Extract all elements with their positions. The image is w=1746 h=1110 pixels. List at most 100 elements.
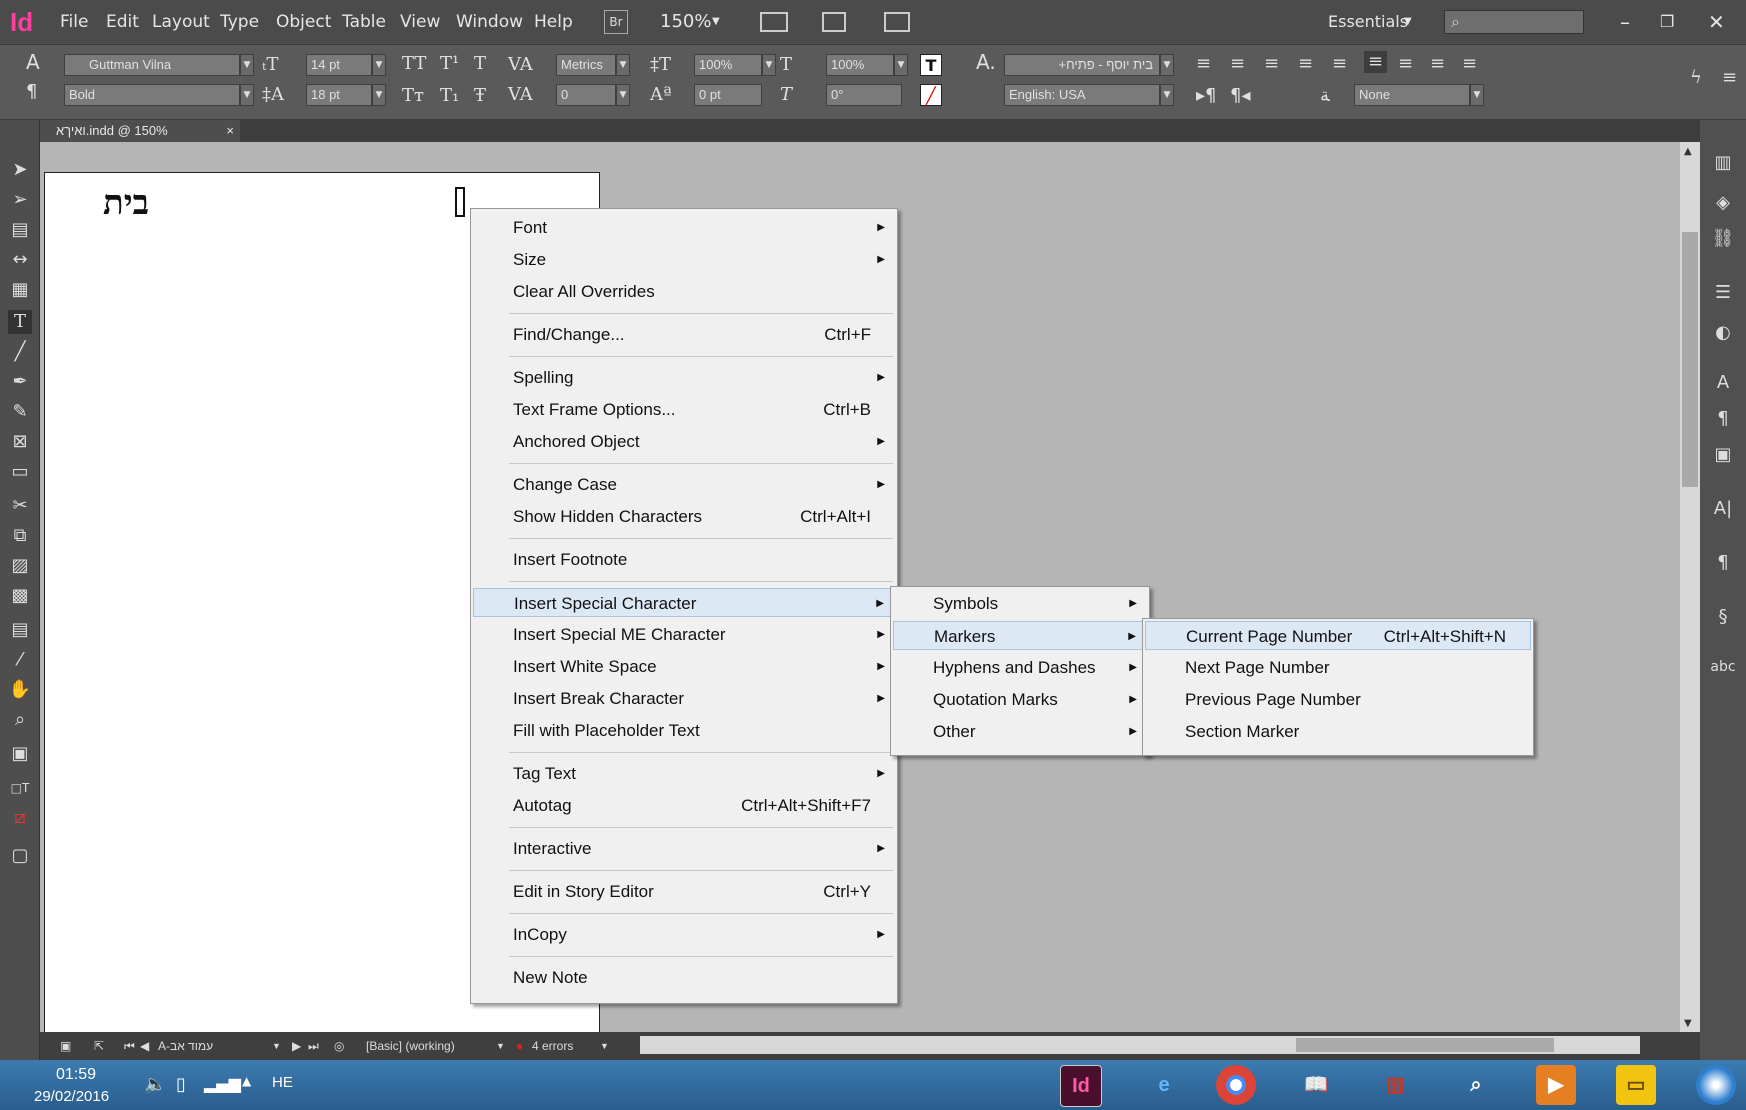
character-style-dropdown-icon[interactable]: ▼ (1160, 54, 1174, 76)
font-style-field[interactable]: Bold (64, 84, 240, 106)
preflight-profile[interactable]: [Basic] (working) (366, 1032, 455, 1060)
view-options-icon[interactable] (822, 12, 846, 32)
open-in-bridge-icon[interactable]: ⇱ (94, 1032, 104, 1060)
align-center-icon[interactable]: ≡ (1230, 53, 1245, 75)
preflight-errors[interactable]: 4 errors (532, 1032, 573, 1060)
glyphs-panel-icon[interactable]: § (1710, 604, 1736, 630)
pencil-tool-icon[interactable]: ✎ (8, 400, 32, 424)
horizontal-scale-field[interactable]: 100% (826, 54, 894, 76)
leading-field[interactable]: 18 pt (306, 84, 372, 106)
character-panel-icon[interactable]: A| (1710, 496, 1736, 522)
menu-help[interactable]: Help (534, 0, 573, 44)
hand-tool-icon[interactable]: ✋ (8, 678, 32, 702)
page-number-field[interactable]: עמוד אב-A (158, 1032, 213, 1060)
swatches-panel-icon[interactable]: ◐ (1710, 320, 1736, 346)
vertical-scale-field[interactable]: 100% (694, 54, 762, 76)
vertical-scrollbar-thumb[interactable] (1682, 232, 1698, 487)
paragraph-panel-icon[interactable]: ¶ (1710, 550, 1736, 576)
submenu-item-other[interactable]: Other ▶ (893, 717, 1147, 746)
underline-icon[interactable]: T (474, 53, 486, 75)
show-hidden-icons-icon[interactable]: ▲ (242, 1074, 251, 1088)
workspace-dropdown-icon[interactable]: ▼ (1404, 0, 1412, 44)
eyedropper-tool-icon[interactable]: ⁄ (8, 648, 32, 672)
justify-center-icon[interactable]: ≡ (1332, 53, 1347, 75)
panel-menu-icon[interactable]: ≡ (1722, 67, 1737, 89)
document-tab[interactable]: ואיךא.indd @ 150% × (40, 120, 240, 142)
preflight-toggle-icon[interactable]: ▣ (60, 1032, 71, 1060)
power-icon[interactable]: ▯ (176, 1074, 186, 1095)
marker-section-marker[interactable]: Section Marker (1145, 717, 1531, 746)
gradient-feather-tool-icon[interactable]: ▩ (8, 584, 32, 608)
menu-view[interactable]: View (400, 0, 440, 44)
menu-item-change-case[interactable]: Change Case ▶ (473, 470, 895, 499)
first-page-icon[interactable]: ⏮ (124, 1032, 135, 1060)
spell-check-panel-icon[interactable]: abc (1710, 654, 1736, 680)
line-tool-icon[interactable]: ╱ (8, 340, 32, 364)
menu-edit[interactable]: Edit (106, 0, 139, 44)
profile-dropdown-icon[interactable]: ▼ (496, 1032, 505, 1060)
menu-item-insert-special-character[interactable]: Insert Special Character ▶ (473, 588, 895, 617)
menu-item-anchored-object[interactable]: Anchored Object ▶ (473, 427, 895, 456)
direct-selection-tool-icon[interactable]: ➢ (8, 188, 32, 212)
justify-right-icon[interactable]: ≡ (1364, 51, 1388, 73)
layers-panel-icon[interactable]: ◈ (1710, 190, 1736, 216)
menu-item-new-note[interactable]: New Note (473, 963, 895, 992)
marker-previous-page-number[interactable]: Previous Page Number (1145, 685, 1531, 714)
menu-file[interactable]: File (60, 0, 88, 44)
superscript-icon[interactable]: T¹ (440, 53, 459, 75)
chrome-icon[interactable] (1216, 1065, 1256, 1105)
library-app-icon[interactable]: ▥ (1376, 1065, 1416, 1105)
font-family-dropdown-icon[interactable]: ▼ (240, 54, 254, 76)
submenu-item-markers[interactable]: Markers ▶ (893, 621, 1147, 650)
align-left-icon[interactable]: ≡ (1196, 53, 1211, 75)
clock-date[interactable]: 29/02/2016 (34, 1088, 109, 1105)
rtl-paragraph-icon[interactable]: ¶◂ (1230, 85, 1251, 107)
menu-item-insert-white-space[interactable]: Insert White Space ▶ (473, 652, 895, 681)
submenu-item-symbols[interactable]: Symbols ▶ (893, 589, 1147, 618)
kerning-field[interactable]: Metrics (556, 54, 616, 76)
justify-left-icon[interactable]: ≡ (1298, 53, 1313, 75)
book-app-icon[interactable]: 📖 (1296, 1065, 1336, 1105)
kashidas-field[interactable]: None (1354, 84, 1470, 106)
workspace-switcher[interactable]: Essentials (1328, 0, 1408, 44)
menu-item-tag-text[interactable]: Tag Text ▶ (473, 759, 895, 788)
page-dropdown-icon[interactable]: ▼ (272, 1032, 281, 1060)
horizontal-scrollbar-thumb[interactable] (1296, 1038, 1554, 1052)
submenu-item-quotation-marks[interactable]: Quotation Marks ▶ (893, 685, 1147, 714)
all-caps-icon[interactable]: TT (402, 53, 426, 75)
close-tab-icon[interactable]: × (226, 120, 234, 142)
menu-item-edit-in-story-editor[interactable]: Edit in Story Editor Ctrl+Y (473, 877, 895, 906)
tracking-dropdown-icon[interactable]: ▼ (616, 84, 630, 106)
pages-panel-icon[interactable]: ▥ (1710, 150, 1736, 176)
input-language[interactable]: HE (272, 1074, 293, 1091)
menu-table[interactable]: Table (342, 0, 386, 44)
text-cursor-frame[interactable] (455, 187, 465, 217)
menu-item-insert-break-character[interactable]: Insert Break Character ▶ (473, 684, 895, 713)
paragraph-formatting-icon[interactable]: ¶ (26, 81, 37, 103)
menu-item-insert-special-me-character[interactable]: Insert Special ME Character ▶ (473, 620, 895, 649)
scroll-up-icon[interactable]: ▲ (1684, 146, 1692, 157)
rectangle-tool-icon[interactable]: ▭ (8, 460, 32, 484)
arrange-documents-icon[interactable] (884, 12, 910, 32)
small-caps-icon[interactable]: Tт (402, 85, 424, 107)
horizontal-scale-dropdown-icon[interactable]: ▼ (894, 54, 908, 76)
language-field[interactable]: English: USA (1004, 84, 1160, 106)
formatting-affects-text-icon[interactable]: □T (8, 776, 32, 800)
menu-item-spelling[interactable]: Spelling ▶ (473, 363, 895, 392)
media-player-icon[interactable]: ▶ (1536, 1065, 1576, 1105)
menu-layout[interactable]: Layout (152, 0, 210, 44)
links-panel-icon[interactable]: ⛓ (1710, 226, 1736, 252)
next-page-icon[interactable]: ▶ (292, 1032, 301, 1060)
volume-icon[interactable]: 🔈 (144, 1074, 166, 1095)
menu-item-incopy[interactable]: InCopy ▶ (473, 920, 895, 949)
zoom-level[interactable]: 150% (660, 0, 711, 44)
menu-item-interactive[interactable]: Interactive ▶ (473, 834, 895, 863)
indesign-taskbar-icon[interactable]: Id (1060, 1065, 1102, 1107)
stroke-none-icon[interactable]: ╱ (920, 84, 942, 106)
apply-none-icon[interactable]: ⧄ (8, 806, 32, 830)
page-tool-icon[interactable]: ▤ (8, 218, 32, 242)
last-page-icon[interactable]: ⏭ (308, 1032, 319, 1060)
preflight-panel-icon[interactable]: ◎ (334, 1032, 344, 1060)
note-tool-icon[interactable]: ▤ (8, 618, 32, 642)
zoom-dropdown-icon[interactable]: ▼ (712, 0, 720, 44)
